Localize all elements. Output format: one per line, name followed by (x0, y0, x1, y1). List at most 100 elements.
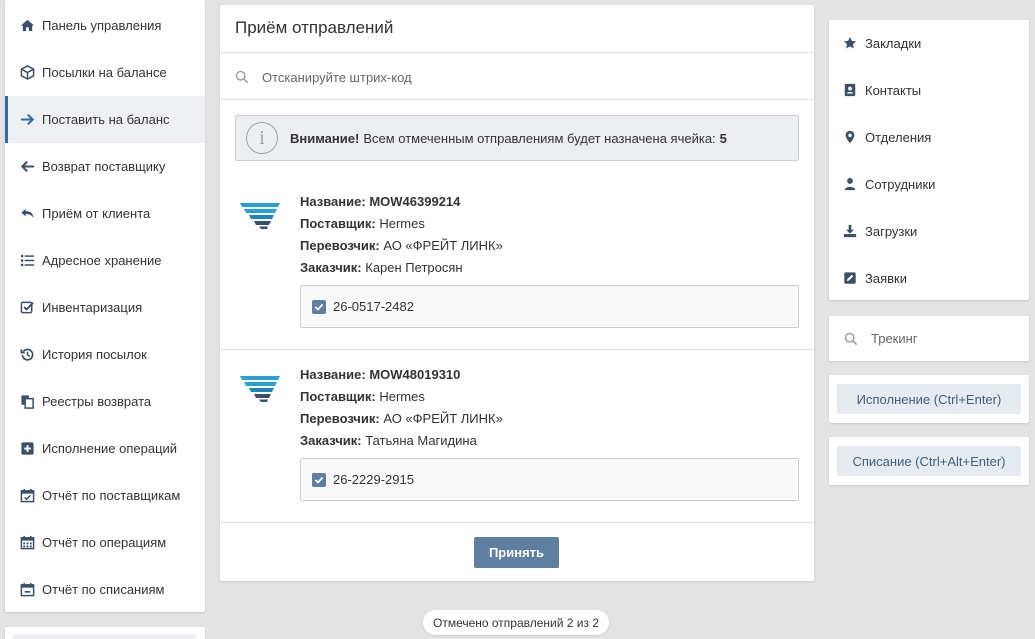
tracking-input[interactable] (871, 331, 1011, 346)
sidebar-item-label: История посылок (42, 347, 147, 362)
sidebar-item-label: Исполнение операций (42, 441, 178, 456)
shipment-supplier: Hermes (379, 389, 425, 404)
star-icon (843, 36, 857, 49)
arrow-left-icon (19, 159, 35, 175)
search-icon (844, 332, 858, 345)
shipment-supplier-row: Поставщик: Hermes (300, 389, 425, 404)
sidebar-item-label: Отчёт по операциям (42, 535, 167, 550)
sidebar-item-inventory[interactable]: Инвентаризация (5, 284, 205, 331)
shipment-customer: Татьяна Магидина (365, 433, 477, 448)
carrier-logo-icon (240, 203, 280, 229)
checkbox-checked[interactable] (312, 472, 326, 487)
receive-panel: Приём отправлений i Внимание! Всем отмеч… (220, 5, 814, 581)
shipment-name-row: Название: MOW46399214 (300, 194, 461, 209)
divider (220, 349, 814, 350)
home-icon (19, 18, 35, 34)
shipment-carrier-row: Перевозчик: АО «ФРЕЙТ ЛИНК» (300, 411, 503, 426)
shipment-supplier: Hermes (379, 216, 425, 231)
info-icon: i (246, 122, 278, 154)
copy-icon (19, 394, 35, 410)
barcode-number: 26-0517-2482 (333, 299, 414, 314)
sidebar-item-put-on-balance[interactable]: Поставить на баланс (5, 96, 205, 143)
shipment-card: Название: MOW48019310 Поставщик: Hermes … (220, 364, 814, 522)
page-title: Приём отправлений (235, 18, 394, 37)
sidebar-secondary (5, 627, 205, 639)
sidebar-item-writeoff-report[interactable]: Отчёт по списаниям (5, 566, 205, 613)
download-icon (843, 224, 857, 238)
sidebar-item-label: Приём от клиента (42, 206, 151, 221)
sidebar-item-parcel-history[interactable]: История посылок (5, 331, 205, 378)
execute-button[interactable]: Исполнение (Ctrl+Enter) (837, 384, 1021, 414)
shipment-name: MOW46399214 (369, 194, 461, 209)
shipment-customer-row: Заказчик: Карен Петросян (300, 260, 463, 275)
link-label: Сотрудники (865, 176, 936, 192)
arrow-right-icon (19, 112, 35, 128)
link-requests[interactable]: Заявки (843, 268, 907, 288)
address-book-icon (844, 83, 856, 97)
search-icon (235, 70, 249, 84)
link-employees[interactable]: Сотрудники (843, 174, 935, 194)
sidebar-item-receive-from-client[interactable]: Приём от клиента (5, 190, 205, 237)
link-label: Контакты (865, 82, 922, 98)
list-icon (19, 253, 35, 269)
link-bookmarks[interactable]: Закладки (843, 33, 921, 53)
sidebar-item-label: Адресное хранение (42, 253, 162, 268)
sidebar-item-operations-report[interactable]: Отчёт по операциям (5, 519, 205, 566)
sidebar-item-return-to-supplier[interactable]: Возврат поставщику (5, 143, 205, 190)
sidebar-item-parcels-on-balance[interactable]: Посылки на балансе (5, 49, 205, 96)
reply-icon (19, 206, 35, 222)
shipment-name: MOW48019310 (369, 367, 461, 382)
barcode-checkbox-row[interactable]: 26-0517-2482 (300, 285, 799, 328)
divider (220, 99, 814, 100)
sidebar-item-label: Отчёт по списаниям (42, 582, 165, 597)
map-marker-icon (845, 130, 855, 144)
link-label: Отделения (865, 129, 932, 145)
box-icon (19, 65, 35, 81)
checkbox-checked[interactable] (312, 299, 326, 314)
shipment-name-row: Название: MOW48019310 (300, 367, 461, 382)
notice-text: Всем отмеченным отправлениям будет назна… (363, 130, 716, 146)
calendar-minus-icon (19, 582, 35, 598)
barcode-number: 26-2229-2915 (333, 472, 414, 487)
sidebar-item-supplier-report[interactable]: Отчёт по поставщикам (5, 472, 205, 519)
accept-button[interactable]: Принять (474, 537, 559, 568)
check-square-icon (19, 300, 35, 316)
sidebar-secondary-item[interactable] (13, 634, 197, 639)
link-label: Загрузки (865, 223, 918, 239)
quick-links-panel: Закладки Контакты Отделения Сотрудники З… (829, 20, 1029, 300)
sidebar-item-label: Поставить на баланс (42, 112, 170, 127)
shipment-carrier: АО «ФРЕЙТ ЛИНК» (383, 411, 503, 426)
sidebar-item-operations-execution[interactable]: Исполнение операций (5, 425, 205, 472)
user-icon (844, 178, 856, 191)
notice-strong: Внимание! (290, 130, 360, 146)
divider (220, 52, 814, 53)
shipment-details: Название: MOW48019310 Поставщик: Hermes … (300, 364, 503, 452)
cell-notice: i Внимание! Всем отмеченным отправлениям… (235, 115, 799, 161)
shipment-customer-row: Заказчик: Татьяна Магидина (300, 433, 477, 448)
shipment-carrier: АО «ФРЕЙТ ЛИНК» (383, 238, 503, 253)
link-downloads[interactable]: Загрузки (843, 221, 917, 241)
plus-square-icon (19, 441, 35, 457)
link-label: Заявки (865, 270, 907, 286)
sidebar-item-label: Посылки на балансе (42, 65, 167, 80)
calendar-check-icon (19, 488, 35, 504)
history-icon (19, 347, 35, 363)
link-label: Закладки (865, 35, 922, 51)
calendar-icon (19, 535, 35, 551)
check-icon (314, 476, 324, 484)
link-contacts[interactable]: Контакты (843, 80, 921, 100)
shipment-details: Название: MOW46399214 Поставщик: Hermes … (300, 191, 503, 279)
sidebar-item-label: Отчёт по поставщикам (42, 488, 181, 503)
sidebar-item-label: Возврат поставщику (42, 159, 166, 174)
barcode-checkbox-row[interactable]: 26-2229-2915 (300, 458, 799, 501)
notice-cell-number: 5 (719, 130, 727, 146)
sidebar-item-address-storage[interactable]: Адресное хранение (5, 237, 205, 284)
link-branches[interactable]: Отделения (843, 127, 931, 147)
shipment-customer: Карен Петросян (365, 260, 463, 275)
barcode-input[interactable] (262, 69, 762, 85)
sidebar-item-dashboard[interactable]: Панель управления (5, 2, 205, 49)
writeoff-button[interactable]: Списание (Ctrl+Alt+Enter) (837, 446, 1021, 476)
sidebar: Панель управления Посылки на балансе Пос… (5, 0, 205, 612)
execute-panel: Исполнение (Ctrl+Enter) (829, 375, 1029, 423)
sidebar-item-return-registers[interactable]: Реестры возврата (5, 378, 205, 425)
